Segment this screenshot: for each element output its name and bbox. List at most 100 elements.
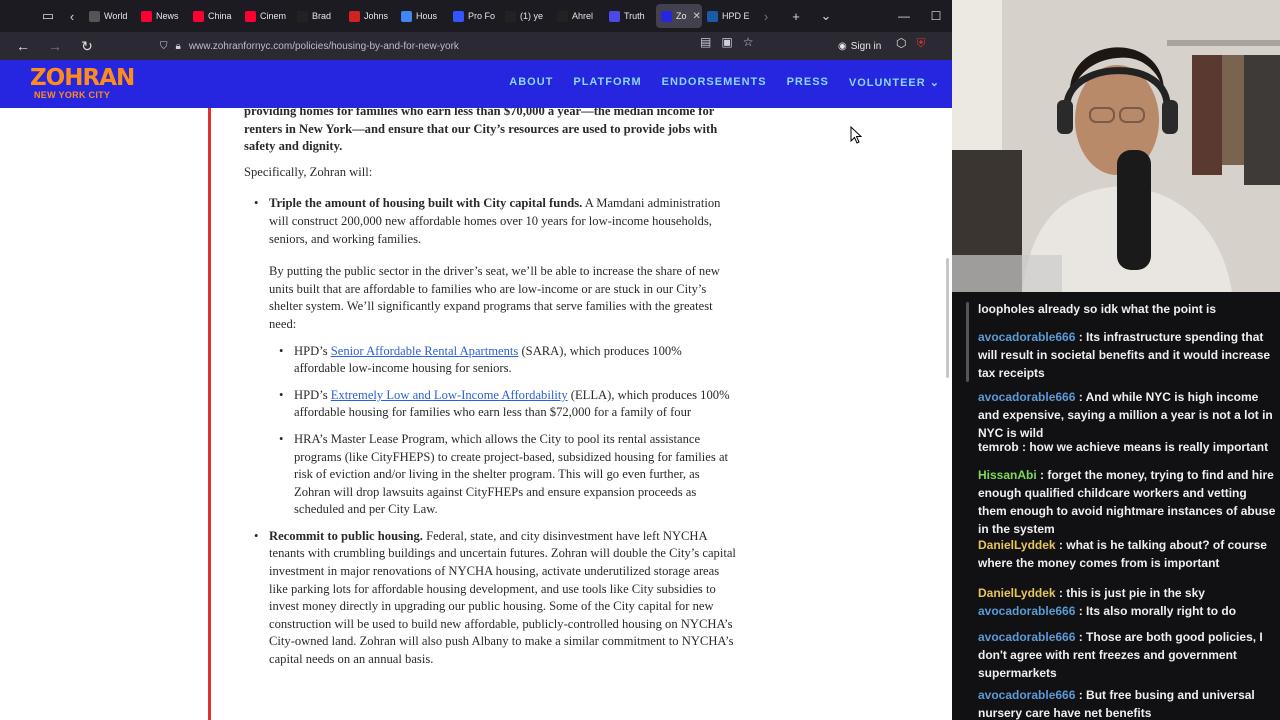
item-prefix: HPD’s [294, 343, 331, 358]
chat-message: avocadorable666 : Its infrastructure spe… [978, 328, 1278, 382]
browser-tab[interactable]: Hous [396, 4, 448, 28]
bullet-text: Federal, state, and city disinvestment h… [269, 528, 736, 667]
hpd-icon [707, 10, 718, 22]
chat-username[interactable]: avocadorable666 [978, 330, 1075, 344]
new-tab-button[interactable]: + [784, 4, 808, 28]
page-content: providing homes for families who earn le… [0, 108, 952, 720]
list-item: HRA’s Master Lease Program, which allows… [269, 431, 736, 519]
tab-label: Zo [676, 11, 687, 21]
browser-tab[interactable]: HPD E [702, 4, 754, 28]
maximize-button[interactable]: ☐ [920, 9, 952, 23]
tab-label: HPD E [722, 11, 750, 21]
reader-view-icon[interactable]: ▤ [700, 35, 711, 49]
chat-username[interactable]: DanielLyddek [978, 538, 1056, 552]
nav-endorsements[interactable]: ENDORSEMENTS [662, 76, 767, 89]
browser-tab[interactable]: Truth [604, 4, 656, 28]
logo-subtitle: NEW YORK CITY [34, 90, 111, 100]
browser-tab[interactable]: Pro Fo [448, 4, 500, 28]
bullet-paragraph: By putting the public sector in the driv… [269, 264, 720, 331]
chat-username[interactable]: HissanAbi [978, 468, 1037, 482]
page-scrollbar[interactable] [942, 108, 952, 720]
url-text[interactable]: www.zohranfornyc.com/policies/housing-by… [189, 41, 459, 52]
youtube-icon [245, 10, 256, 22]
account-icon: ◉ [838, 40, 847, 52]
ublock-icon[interactable]: ⛨ [916, 36, 925, 51]
sign-in-button[interactable]: ◉ Sign in [838, 36, 881, 56]
youtube-icon [193, 10, 204, 22]
browser-tab[interactable]: Zo ✕ [656, 4, 702, 28]
nav-volunteer-label: VOLUNTEER [848, 77, 926, 89]
tab-strip: World News China Cinem Brad Johns Hous Pro Fo (1… [84, 0, 754, 32]
browser-tab[interactable]: Johns [344, 4, 396, 28]
tab-list-chevron-icon[interactable]: ⌄ [814, 4, 838, 28]
program-list: HPD’s Senior Affordable Rental Apartment… [269, 343, 736, 519]
sign-in-label: Sign in [850, 40, 882, 52]
chat-username[interactable]: avocadorable666 [978, 390, 1075, 404]
chat-message: DanielLyddek : what is he talking about?… [978, 536, 1278, 572]
chat-username[interactable]: avocadorable666 [978, 688, 1075, 702]
chat-username[interactable]: avocadorable666 [978, 604, 1075, 618]
browser-tab[interactable]: News [136, 4, 188, 28]
sara-link[interactable]: Senior Affordable Rental Apartments [331, 344, 519, 358]
item-prefix: HPD’s [294, 387, 331, 402]
browser-tab[interactable]: China [188, 4, 240, 28]
site-nav: ABOUT PLATFORM ENDORSEMENTS PRESS VOLUNT… [509, 76, 940, 89]
minimize-button[interactable]: — [888, 9, 920, 23]
stream-chat: loopholes already so idk what the point … [952, 292, 1280, 720]
list-item: Triple the amount of housing built with … [244, 195, 736, 519]
chat-message: avocadorable666 : But free busing and un… [978, 686, 1278, 720]
p-icon [349, 10, 360, 22]
list-item: HPD’s Senior Affordable Rental Apartment… [269, 343, 736, 378]
address-bar[interactable]: ⛉ 🔒︎ www.zohranfornyc.com/policies/housi… [160, 34, 760, 58]
tab-label: (1) ye [520, 11, 544, 21]
policy-list: Triple the amount of housing built with … [244, 195, 736, 668]
picture-in-picture-icon[interactable]: ▣ [721, 35, 732, 49]
chat-username[interactable]: DanielLyddek [978, 586, 1056, 600]
lead-in-text: Specifically, Zohran will: [244, 164, 373, 179]
nav-platform[interactable]: PLATFORM [573, 76, 641, 89]
browser-tab[interactable]: (1) ye [500, 4, 552, 28]
bookmark-star-icon[interactable]: ☆ [743, 35, 754, 49]
window-controls: — ☐ [888, 0, 952, 32]
x-icon [297, 10, 308, 22]
z-icon [661, 10, 672, 22]
tab-label: Hous [416, 11, 438, 21]
browser-tab[interactable]: Cinem [240, 4, 292, 28]
chat-username[interactable]: temrob [978, 440, 1019, 454]
chat-text: : this is just pie in the sky [1055, 586, 1205, 600]
chevron-down-icon: ⌄ [929, 77, 940, 89]
reload-button[interactable]: ↻ [74, 34, 100, 58]
browser-tab[interactable]: Ahrel [552, 4, 604, 28]
chat-username[interactable]: avocadorable666 [978, 630, 1075, 644]
chat-message: temrob : how we achieve means is really … [978, 438, 1278, 456]
nav-press[interactable]: PRESS [787, 76, 829, 89]
forward-button[interactable]: → [42, 34, 68, 58]
browser-tab[interactable]: World [84, 4, 136, 28]
chevron-right-icon[interactable]: › [754, 4, 778, 28]
site-header: ZOHRAN NEW YORK CITY ABOUT PLATFORM ENDO… [0, 60, 952, 108]
tab-label: Johns [364, 11, 389, 21]
toolbar-extensions: ⬡ ⛨ [896, 36, 926, 51]
browser-tab[interactable]: Brad [292, 4, 344, 28]
webcam-feed [952, 0, 1280, 292]
chevron-left-icon[interactable]: ‹ [60, 4, 84, 28]
back-button[interactable]: ← [10, 34, 36, 58]
site-logo[interactable]: ZOHRAN NEW YORK CITY [30, 66, 135, 100]
nav-volunteer[interactable]: VOLUNTEER ⌄ [849, 76, 940, 89]
shield-icon[interactable]: ⛉ [160, 41, 168, 52]
tab-label: News [156, 11, 179, 21]
bullet-title: Triple the amount of housing built with … [269, 196, 583, 211]
bullet-title: Recommit to public housing. [269, 528, 423, 543]
navigation-bar: ← → ↻ ⛉ 🔒︎ www.zohranfornyc.com/policies… [0, 32, 952, 60]
item-text: HRA’s Master Lease Program, which allows… [294, 431, 729, 517]
tab-overview-icon[interactable]: ▭ [36, 4, 60, 28]
ella-link[interactable]: Extremely Low and Low-Income Affordabili… [331, 388, 568, 402]
lock-icon[interactable]: 🔒︎ [176, 41, 181, 52]
close-tab-icon[interactable]: ✕ [693, 11, 701, 22]
chat-scrollbar[interactable] [966, 302, 969, 382]
scrollbar-thumb[interactable] [946, 258, 949, 378]
extensions-icon[interactable]: ⬡ [896, 36, 906, 51]
nav-about[interactable]: ABOUT [509, 76, 553, 89]
x-icon [505, 10, 516, 22]
tab-label: Brad [312, 11, 332, 21]
